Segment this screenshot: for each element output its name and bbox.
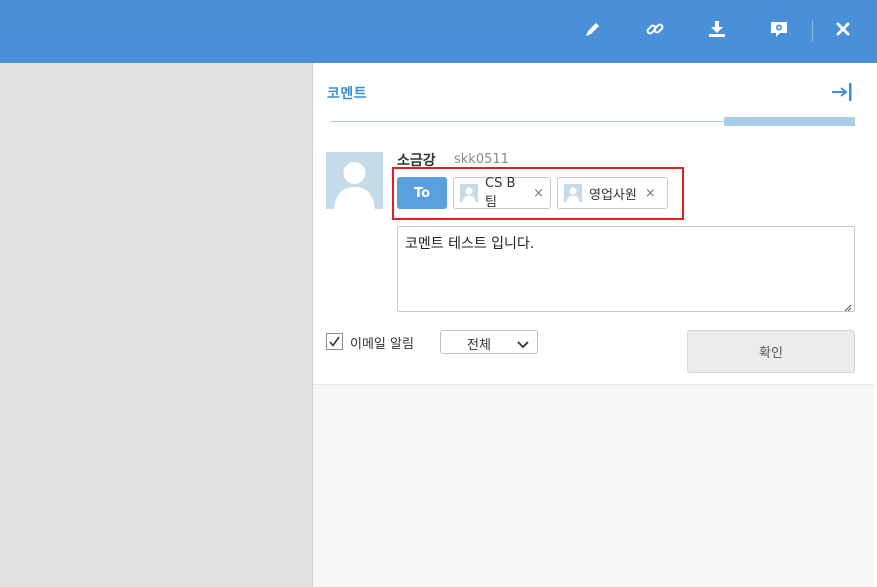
recipient-chip-label: 영업사원	[589, 187, 637, 203]
author-id: skk0511	[454, 152, 509, 167]
user-avatar-icon	[460, 184, 478, 202]
settings-chat-icon[interactable]	[768, 18, 790, 40]
user-avatar-icon	[564, 184, 582, 202]
remove-recipient-icon[interactable]: ×	[533, 186, 544, 201]
remove-recipient-icon[interactable]: ×	[645, 186, 656, 201]
email-notify-checkbox[interactable]	[326, 333, 343, 350]
top-bar	[0, 0, 877, 63]
panel-divider-active	[724, 117, 855, 126]
close-icon[interactable]	[832, 18, 854, 40]
email-notify-label: 이메일 알림	[350, 337, 414, 352]
download-icon[interactable]	[706, 18, 728, 40]
recipient-chip: CS B팀 ×	[453, 176, 551, 210]
recipient-chip: 영업사원 ×	[557, 177, 668, 209]
chevron-down-icon	[517, 338, 529, 353]
pencil-icon[interactable]	[582, 18, 604, 40]
to-button[interactable]: To	[397, 177, 447, 209]
panel-title: 코멘트	[327, 86, 368, 102]
resize-grip-icon[interactable]	[843, 300, 852, 312]
scope-select-value: 전체	[467, 338, 491, 353]
toolbar-divider	[812, 20, 813, 42]
scope-select[interactable]: 전체	[440, 330, 538, 354]
comment-text: 코멘트 테스트 입니다.	[405, 236, 535, 252]
comment-panel: 코멘트 소금강 skk0511 To CS B팀 × 영업사원 × 코멘트 테스…	[313, 63, 877, 587]
link-icon[interactable]	[644, 18, 666, 40]
collapse-right-icon[interactable]	[831, 82, 853, 102]
avatar	[326, 152, 383, 209]
confirm-button[interactable]: 확인	[687, 330, 855, 373]
comment-textarea[interactable]: 코멘트 테스트 입니다.	[397, 226, 855, 312]
comment-composer: 코멘트 소금강 skk0511 To CS B팀 × 영업사원 × 코멘트 테스…	[313, 63, 874, 385]
recipient-chip-label: CS B팀	[485, 176, 516, 210]
left-pane	[0, 63, 313, 587]
